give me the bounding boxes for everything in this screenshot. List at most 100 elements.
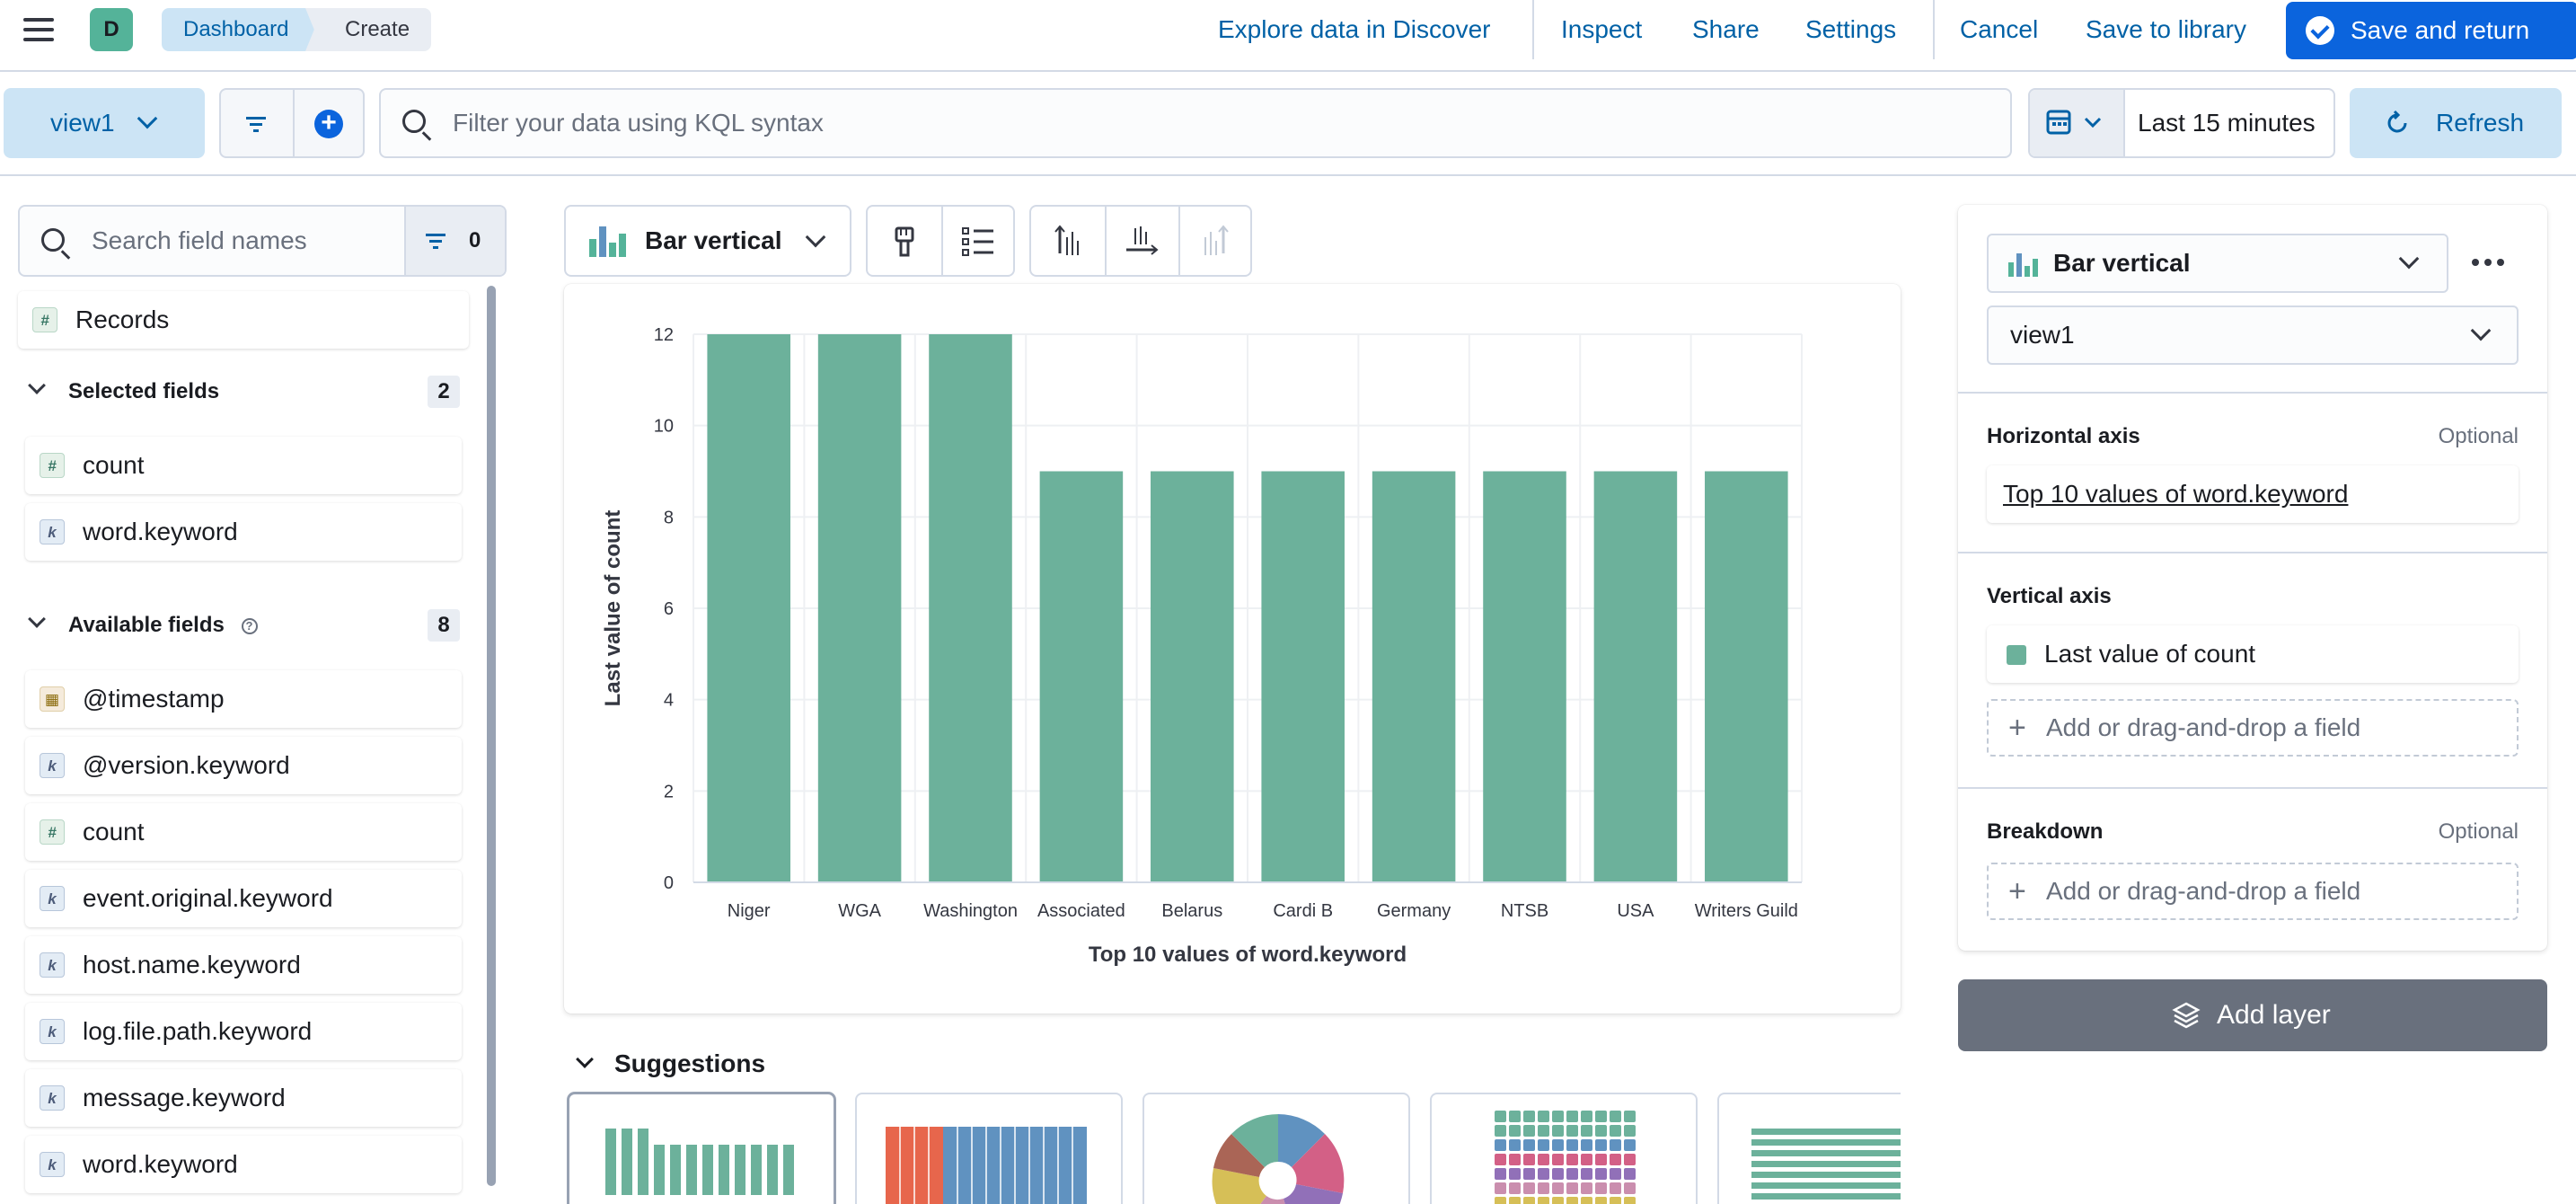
bar[interactable]	[1593, 471, 1678, 883]
field-item[interactable]: k log.file.path.keyword	[25, 1003, 462, 1060]
time-range-label[interactable]: Last 15 minutes	[2138, 90, 2316, 156]
refresh-button[interactable]: Refresh	[2350, 88, 2562, 158]
axis-toolbar-group	[1029, 205, 1252, 277]
chevron-down-icon	[2398, 248, 2420, 270]
layer-vis-type-select[interactable]: Bar vertical	[1987, 234, 2448, 293]
calendar-quick-menu[interactable]	[2030, 90, 2125, 156]
inspect-link[interactable]: Inspect	[1561, 0, 1642, 59]
waffle-cell	[1509, 1154, 1521, 1165]
waffle-cell	[1495, 1182, 1506, 1194]
bar[interactable]	[707, 334, 790, 882]
kql-search-input[interactable]: Filter your data using KQL syntax	[379, 88, 2012, 158]
layers-icon	[2172, 1002, 2201, 1029]
dropzone-label: Add or drag-and-drop a field	[2046, 713, 2361, 741]
add-filter-icon[interactable]: +	[314, 110, 343, 138]
layer-data-view-select[interactable]: view1	[1987, 305, 2519, 365]
dimension-label[interactable]: Top 10 values of word.keyword	[2003, 465, 2348, 523]
chart-panel: 0 2 4 6 8 10 12 Niger WGA Washington Associated Bel…	[564, 284, 1901, 1014]
breadcrumb-dashboard[interactable]: Dashboard	[162, 8, 320, 51]
waffle-cell	[1624, 1111, 1636, 1122]
selected-fields-header[interactable]: Selected fields	[25, 374, 219, 410]
header-divider	[1933, 0, 1935, 59]
bar[interactable]	[1039, 471, 1124, 883]
suggestion-bar-vertical[interactable]	[568, 1093, 835, 1204]
y-tick-label: 4	[664, 691, 674, 711]
suggestion-donut[interactable]	[1142, 1093, 1410, 1204]
add-layer-button[interactable]: Add layer	[1958, 979, 2547, 1051]
bottom-axis-icon[interactable]	[1125, 225, 1160, 259]
field-label: Records	[75, 305, 170, 333]
save-to-library-link[interactable]: Save to library	[2086, 0, 2246, 59]
optional-label: Optional	[2438, 819, 2519, 844]
vertical-axis-dropzone[interactable]: + Add or drag-and-drop a field	[1987, 699, 2519, 757]
layer-actions-icon[interactable]	[2468, 248, 2508, 277]
space-avatar[interactable]: D	[90, 8, 133, 51]
available-fields-header[interactable]: Available fields ?	[25, 607, 258, 643]
x-axis-title: Top 10 values of word.keyword	[1089, 943, 1407, 967]
breadcrumb-create: Create	[305, 8, 432, 51]
waffle-cell	[1581, 1111, 1592, 1122]
paintbrush-icon[interactable]	[889, 225, 922, 259]
settings-link[interactable]: Settings	[1805, 0, 1896, 59]
share-link[interactable]: Share	[1692, 0, 1760, 59]
left-axis-icon[interactable]	[1053, 225, 1085, 259]
top-header: D Dashboard Create Explore data in Disco…	[0, 0, 2576, 72]
help-icon[interactable]: ?	[241, 617, 258, 634]
suggestion-stacked-bar[interactable]	[855, 1093, 1123, 1204]
dimension-label[interactable]: Last value of count	[2044, 625, 2255, 683]
field-item[interactable]: k word.keyword	[25, 503, 462, 561]
y-tick-label: 6	[664, 599, 674, 619]
suggestion-table[interactable]	[1717, 1093, 1901, 1204]
series-color-swatch[interactable]	[2007, 645, 2026, 665]
visualization-type-picker[interactable]: Bar vertical	[564, 205, 851, 277]
field-item[interactable]: k host.name.keyword	[25, 936, 462, 994]
field-item[interactable]: ▦ @timestamp	[25, 670, 462, 728]
filter-icon[interactable]	[246, 117, 266, 136]
breakdown-dropzone[interactable]: + Add or drag-and-drop a field	[1987, 863, 2519, 920]
legend-icon[interactable]	[961, 225, 997, 259]
bar[interactable]	[1372, 471, 1456, 883]
kql-placeholder: Filter your data using KQL syntax	[453, 109, 824, 137]
field-item[interactable]: # count	[25, 437, 462, 494]
waffle-cell	[1538, 1139, 1549, 1151]
field-search-input[interactable]: Search field names 0	[18, 205, 507, 277]
bar[interactable]	[1151, 471, 1234, 883]
vertical-axis-dimension[interactable]: Last value of count	[1987, 625, 2519, 683]
field-list-scrollbar[interactable]	[487, 286, 496, 1186]
field-item[interactable]: k word.keyword	[25, 1136, 462, 1193]
number-type-icon: #	[40, 819, 65, 845]
suggestions-header[interactable]: Suggestions	[571, 1046, 765, 1082]
save-and-return-button[interactable]: Save and return	[2286, 2, 2576, 59]
field-item[interactable]: k @version.keyword	[25, 737, 462, 794]
field-item[interactable]: k event.original.keyword	[25, 870, 462, 927]
suggestion-waffle[interactable]	[1430, 1093, 1698, 1204]
bar[interactable]	[1705, 471, 1788, 883]
chevron-down-icon	[2470, 320, 2492, 341]
cancel-link[interactable]: Cancel	[1960, 0, 2038, 59]
date-picker[interactable]: Last 15 minutes	[2028, 88, 2335, 158]
horizontal-axis-dimension[interactable]: Top 10 values of word.keyword	[1987, 465, 2519, 523]
x-tick-label: Germany	[1377, 901, 1451, 921]
field-type-filter-button[interactable]: 0	[404, 207, 505, 275]
bar[interactable]	[1483, 471, 1566, 883]
y-tick-label: 12	[654, 325, 674, 345]
waffle-cell	[1624, 1182, 1636, 1194]
bar[interactable]	[1261, 471, 1345, 883]
records-field[interactable]: # Records	[18, 291, 469, 349]
waffle-cell	[1523, 1197, 1535, 1204]
y-tick-label: 0	[664, 873, 674, 893]
bar-chart[interactable]: 0 2 4 6 8 10 12 Niger WGA Washington Associated Bel…	[564, 284, 1901, 1014]
field-item[interactable]: # count	[25, 803, 462, 861]
bar[interactable]	[817, 334, 902, 882]
waffle-cell	[1595, 1168, 1607, 1180]
waffle-cell	[1624, 1125, 1636, 1137]
field-item[interactable]: k message.keyword	[25, 1069, 462, 1127]
waffle-cell	[1566, 1197, 1578, 1204]
waffle-cell	[1552, 1111, 1564, 1122]
bar[interactable]	[929, 334, 1012, 882]
menu-icon[interactable]	[23, 18, 56, 41]
explore-in-discover-link[interactable]: Explore data in Discover	[1218, 0, 1490, 59]
data-view-picker[interactable]: view1	[4, 88, 205, 158]
refresh-label: Refresh	[2436, 109, 2525, 137]
filter-button-group: +	[219, 88, 365, 158]
